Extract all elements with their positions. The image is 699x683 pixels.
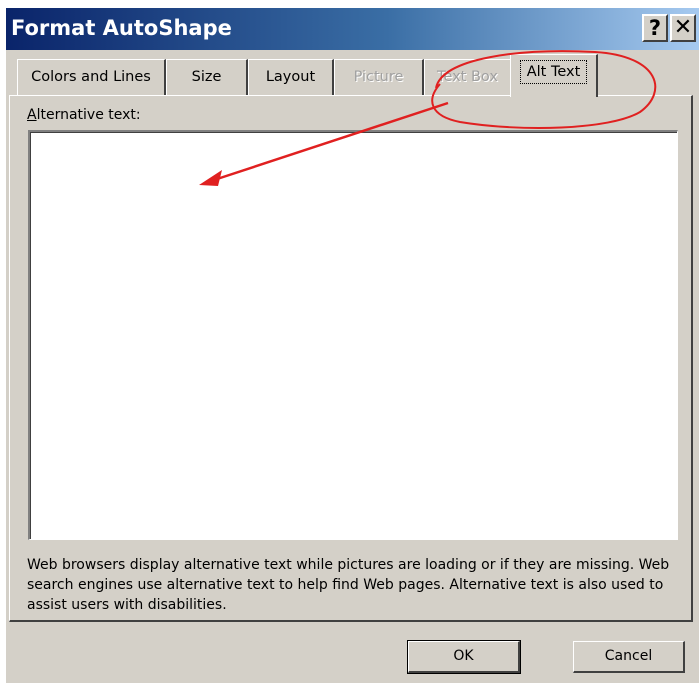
- alternative-text-label: Alternative text:: [27, 107, 141, 123]
- tab-layout[interactable]: Layout: [248, 59, 334, 96]
- tab-alt-text[interactable]: Alt Text: [510, 54, 598, 97]
- tab-size[interactable]: Size: [166, 59, 248, 96]
- label-text: lternative text:: [36, 107, 141, 123]
- alternative-text-input[interactable]: [28, 130, 678, 540]
- alt-text-help-description: Web browsers display alternative text wh…: [27, 557, 670, 613]
- tab-label: Layout: [265, 69, 316, 85]
- accelerator-key: A: [27, 107, 37, 123]
- tab-label: Alt Text: [519, 60, 588, 84]
- tab-text-box: Text Box: [424, 59, 512, 96]
- cancel-button[interactable]: Cancel: [573, 641, 685, 673]
- close-button[interactable]: ✕: [670, 14, 696, 42]
- tab-label: Text Box: [437, 69, 498, 85]
- tab-label: Colors and Lines: [31, 69, 151, 85]
- title-bar[interactable]: Format AutoShape ? ✕: [6, 8, 699, 50]
- window-title: Format AutoShape: [11, 16, 232, 40]
- tab-picture: Picture: [334, 59, 424, 96]
- ok-button[interactable]: OK: [407, 640, 521, 674]
- tab-colors-and-lines[interactable]: Colors and Lines: [17, 59, 166, 96]
- tab-label: Size: [191, 69, 222, 85]
- tab-label: Picture: [353, 69, 404, 85]
- help-button[interactable]: ?: [642, 14, 668, 42]
